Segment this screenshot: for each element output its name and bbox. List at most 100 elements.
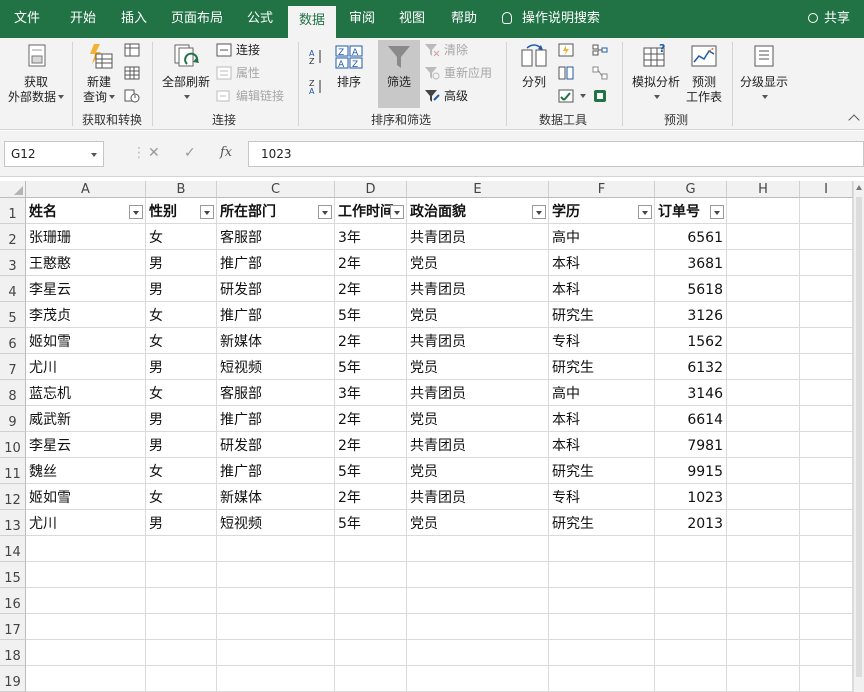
table-cell[interactable]: 专科: [549, 328, 655, 354]
table-cell[interactable]: 男: [146, 406, 217, 432]
table-cell[interactable]: 本科: [549, 432, 655, 458]
table-cell[interactable]: 新媒体: [217, 484, 335, 510]
tab-view[interactable]: 视图: [388, 0, 436, 38]
empty-cell[interactable]: [26, 666, 146, 692]
empty-cell[interactable]: [335, 588, 407, 614]
row-header-17[interactable]: 17: [0, 614, 26, 640]
table-cell[interactable]: 短视频: [217, 510, 335, 536]
get-external-data-button[interactable]: 获取 外部数据: [4, 42, 68, 105]
empty-cell[interactable]: [727, 328, 800, 354]
table-cell[interactable]: 高中: [549, 380, 655, 406]
table-cell[interactable]: 6132: [655, 354, 727, 380]
row-header-4[interactable]: 4: [0, 276, 26, 302]
empty-cell[interactable]: [655, 536, 727, 562]
empty-cell[interactable]: [217, 562, 335, 588]
empty-cell[interactable]: [146, 562, 217, 588]
row-header-6[interactable]: 6: [0, 328, 26, 354]
row-header-7[interactable]: 7: [0, 354, 26, 380]
table-cell[interactable]: 5年: [335, 458, 407, 484]
empty-cell[interactable]: [407, 640, 549, 666]
table-cell[interactable]: 研究生: [549, 354, 655, 380]
empty-cell[interactable]: [727, 588, 800, 614]
edit-links-button[interactable]: 编辑链接: [216, 86, 284, 106]
table-cell[interactable]: 研究生: [549, 302, 655, 328]
empty-cell[interactable]: [800, 250, 853, 276]
advanced-filter-button[interactable]: 高级: [424, 86, 468, 106]
data-validation-button[interactable]: [558, 86, 586, 106]
tab-insert[interactable]: 插入: [110, 0, 158, 38]
table-cell[interactable]: 1023: [655, 484, 727, 510]
column-header-c[interactable]: C: [217, 181, 335, 198]
empty-cell[interactable]: [26, 536, 146, 562]
table-cell[interactable]: 男: [146, 432, 217, 458]
table-cell[interactable]: 推广部: [217, 458, 335, 484]
table-cell[interactable]: 王憨憨: [26, 250, 146, 276]
tell-me-search[interactable]: 操作说明搜索: [502, 0, 600, 38]
empty-cell[interactable]: [335, 640, 407, 666]
row-header-13[interactable]: 13: [0, 510, 26, 536]
empty-cell[interactable]: [335, 666, 407, 692]
table-cell[interactable]: 男: [146, 354, 217, 380]
remove-duplicates-button[interactable]: [558, 63, 578, 83]
table-cell[interactable]: 本科: [549, 406, 655, 432]
data-model-button[interactable]: [592, 86, 612, 106]
table-cell[interactable]: 尤川: [26, 510, 146, 536]
tab-formulas[interactable]: 公式: [236, 0, 284, 38]
empty-cell[interactable]: [800, 666, 853, 692]
empty-cell[interactable]: [800, 536, 853, 562]
sort-descending-button[interactable]: ZA: [308, 78, 328, 98]
empty-cell[interactable]: [549, 588, 655, 614]
row-header-8[interactable]: 8: [0, 380, 26, 406]
empty-cell[interactable]: [800, 562, 853, 588]
sort-ascending-button[interactable]: AZ: [308, 48, 328, 68]
filter-dropdown-button[interactable]: [532, 205, 546, 219]
new-query-button[interactable]: 新建 查询: [76, 42, 122, 105]
table-cell[interactable]: 9915: [655, 458, 727, 484]
row-header-15[interactable]: 15: [0, 562, 26, 588]
row-header-1[interactable]: 1: [0, 198, 26, 224]
table-cell[interactable]: 女: [146, 224, 217, 250]
table-cell[interactable]: 威武新: [26, 406, 146, 432]
table-cell[interactable]: 6614: [655, 406, 727, 432]
table-cell[interactable]: 姬如雪: [26, 484, 146, 510]
scrollbar-thumb[interactable]: [856, 197, 862, 677]
table-cell[interactable]: 女: [146, 380, 217, 406]
select-all-corner[interactable]: [0, 181, 26, 198]
empty-cell[interactable]: [217, 666, 335, 692]
filter-dropdown-button[interactable]: [318, 205, 332, 219]
table-cell[interactable]: 李茂贞: [26, 302, 146, 328]
table-cell[interactable]: 3年: [335, 224, 407, 250]
table-cell[interactable]: 党员: [407, 406, 549, 432]
table-cell[interactable]: 魏丝: [26, 458, 146, 484]
outline-button[interactable]: 分级显示: [736, 42, 792, 105]
table-cell[interactable]: 新媒体: [217, 328, 335, 354]
empty-cell[interactable]: [800, 484, 853, 510]
table-cell[interactable]: 张珊珊: [26, 224, 146, 250]
table-cell[interactable]: 客服部: [217, 224, 335, 250]
relationships-button[interactable]: [592, 63, 612, 83]
empty-cell[interactable]: [146, 536, 217, 562]
empty-cell[interactable]: [800, 224, 853, 250]
table-cell[interactable]: 本科: [549, 276, 655, 302]
show-queries-button[interactable]: [124, 40, 144, 60]
table-cell[interactable]: 党员: [407, 458, 549, 484]
empty-cell[interactable]: [800, 276, 853, 302]
column-header-e[interactable]: E: [407, 181, 549, 198]
table-cell[interactable]: 2年: [335, 432, 407, 458]
table-cell[interactable]: 姬如雪: [26, 328, 146, 354]
empty-cell[interactable]: [407, 614, 549, 640]
table-cell[interactable]: 党员: [407, 510, 549, 536]
empty-cell[interactable]: [407, 588, 549, 614]
row-header-19[interactable]: 19: [0, 666, 26, 692]
table-cell[interactable]: 女: [146, 302, 217, 328]
empty-cell[interactable]: [655, 588, 727, 614]
tab-help[interactable]: 帮助: [440, 0, 488, 38]
empty-cell[interactable]: [26, 614, 146, 640]
table-cell[interactable]: 共青团员: [407, 380, 549, 406]
what-if-analysis-button[interactable]: ? 模拟分析: [626, 42, 686, 105]
table-cell[interactable]: 短视频: [217, 354, 335, 380]
empty-cell[interactable]: [335, 562, 407, 588]
empty-cell[interactable]: [800, 640, 853, 666]
table-cell[interactable]: 1562: [655, 328, 727, 354]
table-cell[interactable]: 本科: [549, 250, 655, 276]
